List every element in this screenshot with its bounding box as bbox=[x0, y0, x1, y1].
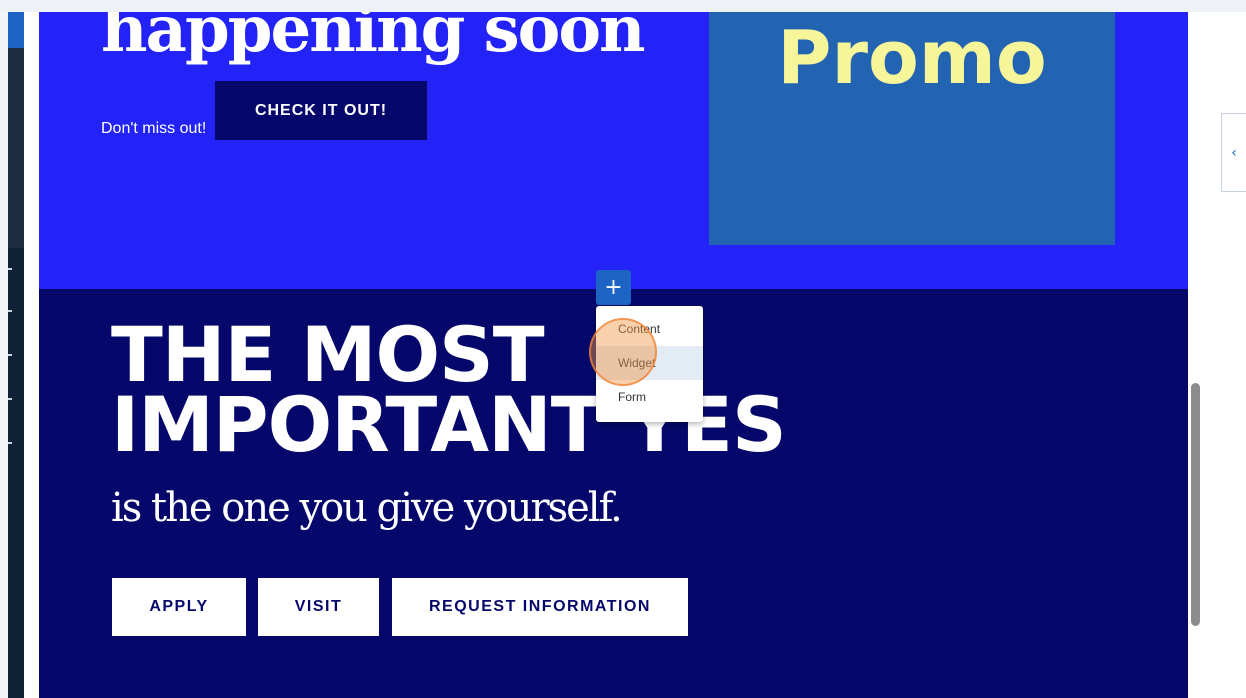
hero-subtitle: Don't miss out! bbox=[101, 120, 207, 137]
menu-item-form[interactable]: Form bbox=[596, 380, 703, 414]
left-rail-tick bbox=[8, 442, 12, 444]
menu-item-widget[interactable]: Widget bbox=[596, 346, 703, 380]
hero-title: happening soon bbox=[101, 12, 646, 67]
scrollbar-thumb[interactable] bbox=[1191, 383, 1200, 626]
visit-button[interactable]: VISIT bbox=[258, 578, 379, 636]
left-rail-segment bbox=[8, 48, 24, 248]
collapse-panel-button[interactable]: ‹ bbox=[1221, 113, 1246, 192]
check-it-out-button[interactable]: CHECK IT OUT! bbox=[215, 81, 427, 140]
hero-banner: happening soon Don't miss out! CHECK IT … bbox=[39, 12, 1188, 289]
menu-item-content[interactable]: Content bbox=[596, 312, 703, 346]
apply-button[interactable]: APPLY bbox=[112, 578, 246, 636]
section-tagline: is the one you give yourself. bbox=[111, 485, 623, 531]
page-canvas: happening soon Don't miss out! CHECK IT … bbox=[39, 12, 1188, 698]
request-information-button[interactable]: REQUEST INFORMATION bbox=[392, 578, 688, 636]
add-block-button[interactable]: + bbox=[596, 270, 631, 305]
add-block-menu: Content Widget Form bbox=[596, 306, 703, 422]
left-rail-tick bbox=[8, 268, 12, 270]
promo-block[interactable]: Promo bbox=[709, 12, 1115, 245]
chevron-left-icon: ‹ bbox=[1231, 144, 1237, 161]
left-rail-active-segment bbox=[8, 12, 24, 48]
left-rail bbox=[8, 12, 24, 698]
left-rail-tick bbox=[8, 398, 12, 400]
left-rail-tick bbox=[8, 354, 12, 356]
promo-label: Promo bbox=[777, 15, 1047, 101]
canvas-gutter bbox=[24, 12, 39, 698]
top-strip bbox=[0, 0, 1246, 12]
left-rail-tick bbox=[8, 310, 12, 312]
